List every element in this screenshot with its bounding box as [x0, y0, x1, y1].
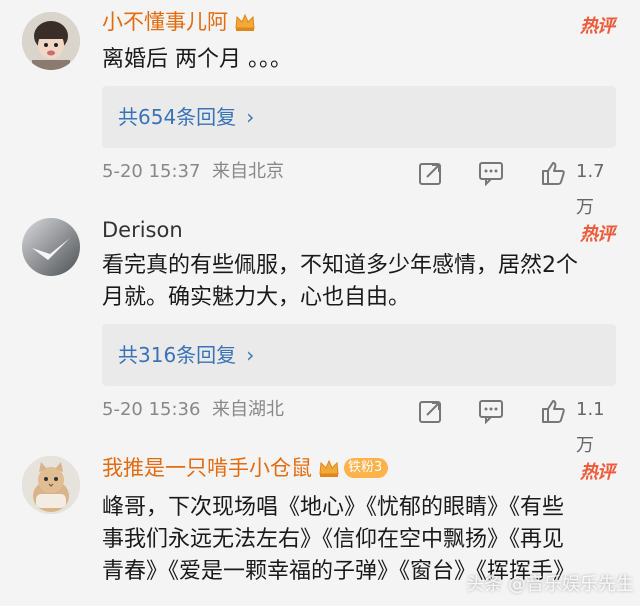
reply-count-label[interactable]: 共316条回复 [118, 339, 236, 371]
watermark: 头条 @音乐娱乐先生 [466, 574, 634, 595]
hot-comment-badge: 热评 [580, 462, 615, 483]
share-icon[interactable] [418, 160, 444, 186]
share-icon[interactable] [418, 398, 444, 424]
vip-crown-icon [319, 459, 339, 477]
comment-text: 看完真的有些佩服，不知道多少年感情，居然2个 月就。确实魅力大，心也自由。 [102, 250, 610, 314]
reply-summary[interactable]: 共316条回复 › [102, 324, 616, 386]
username[interactable]: 我推是一只啃手小仓鼠 铁粉3 [102, 454, 389, 482]
location: 来自湖北 [212, 399, 284, 420]
comment-meta: 5-20 15:36 来自湖北 1.1万 [102, 392, 620, 456]
view-replies-link[interactable]: 共654条回复 › [118, 101, 254, 133]
comment-text-line: 月就。确实魅力大，心也自由。 [102, 285, 411, 310]
view-replies-link[interactable]: 共316条回复 › [118, 339, 254, 371]
comment-item: Derison 热评 看完真的有些佩服，不知道多少年感情，居然2个 月就。确实魅… [0, 208, 640, 456]
comment-icon[interactable] [478, 160, 504, 186]
comment-icon[interactable] [478, 398, 504, 424]
timestamp: 5-20 15:37 [102, 161, 201, 182]
like-icon[interactable] [540, 160, 566, 186]
username-text[interactable]: Derison [102, 216, 183, 244]
avatar[interactable] [22, 218, 80, 276]
username-text[interactable]: 小不懂事儿阿 [102, 8, 228, 36]
comment-item: 小不懂事儿阿 热评 离婚后 两个月 。。。 共654条回复 › 5-20 15:… [0, 0, 640, 218]
vip-crown-icon [235, 13, 255, 31]
chevron-right-icon: › [246, 105, 255, 129]
reply-count-label[interactable]: 共654条回复 [118, 101, 236, 133]
comment-meta: 5-20 15:37 来自北京 1.7万 [102, 154, 620, 218]
avatar[interactable] [22, 12, 80, 70]
username-text[interactable]: 我推是一只啃手小仓鼠 [102, 454, 312, 482]
chevron-right-icon: › [246, 343, 255, 367]
reply-summary[interactable]: 共654条回复 › [102, 86, 616, 148]
comment-text: 离婚后 两个月 。。。 [102, 44, 610, 76]
comment-text-line: 看完真的有些佩服，不知道多少年感情，居然2个 [102, 253, 578, 278]
location: 来自北京 [212, 161, 284, 182]
avatar[interactable] [22, 456, 80, 514]
hot-comment-badge: 热评 [580, 224, 615, 245]
username[interactable]: 小不懂事儿阿 [102, 8, 256, 36]
comment-text-line: 离婚后 两个月 。。。 [102, 47, 292, 72]
username[interactable]: Derison [102, 216, 183, 244]
comment-text-line: 峰哥，下次现场唱《地心》《忧郁的眼睛》《有些 [102, 495, 565, 520]
like-icon[interactable] [540, 398, 566, 424]
fan-level-badge: 铁粉3 [344, 458, 389, 478]
timestamp: 5-20 15:36 [102, 399, 201, 420]
comment-text-line: 事我们永远无法左右》《信仰在空中飘扬》《再见 [102, 527, 565, 552]
hot-comment-badge: 热评 [580, 16, 615, 37]
